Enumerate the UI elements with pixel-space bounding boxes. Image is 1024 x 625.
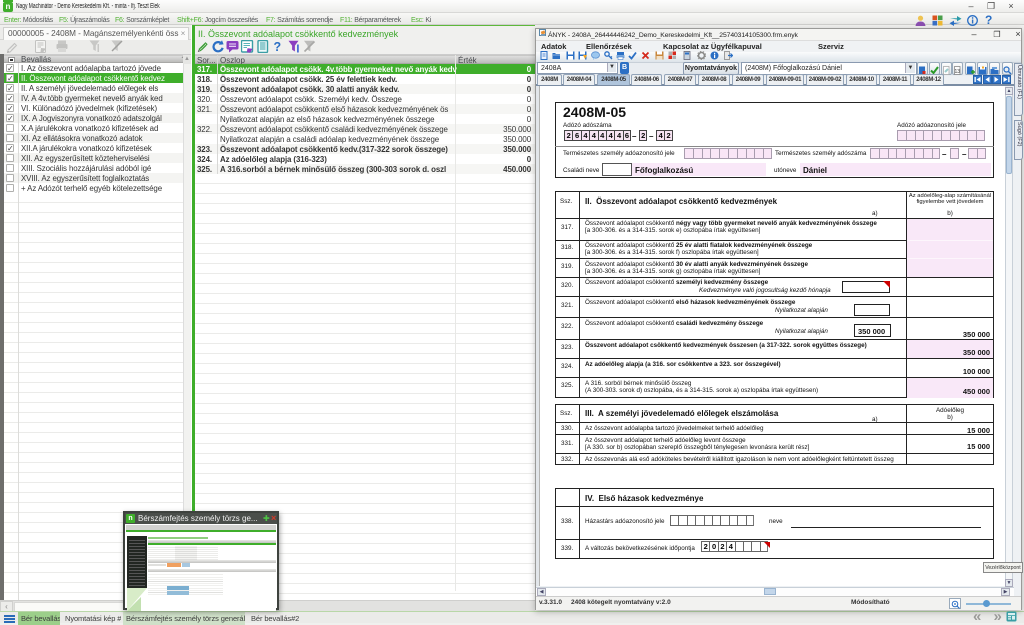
svg-text:13: 13: [955, 69, 961, 75]
svg-text:?: ?: [274, 40, 282, 53]
